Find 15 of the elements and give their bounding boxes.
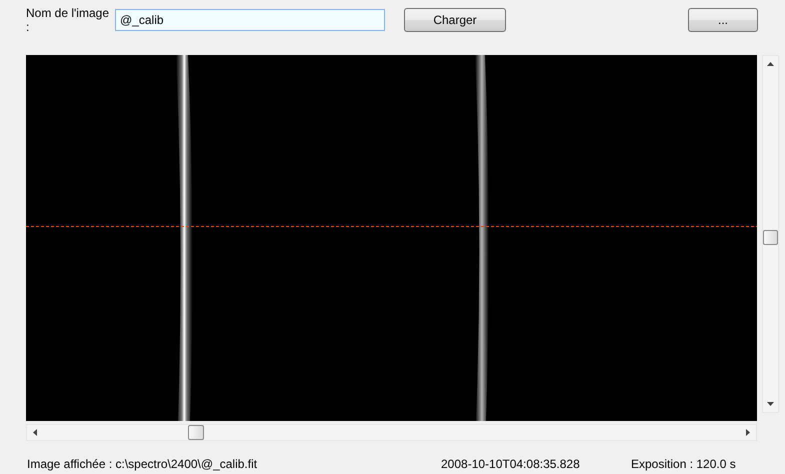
right-arrow-icon[interactable] [746, 429, 750, 436]
scroll-thumb[interactable] [188, 425, 204, 440]
exposure-time: Exposition : 120.0 s [631, 457, 736, 471]
down-arrow-icon[interactable] [767, 402, 774, 406]
image-name-field[interactable]: @_calib [115, 9, 385, 31]
horizontal-scrollbar[interactable] [26, 424, 757, 441]
up-arrow-icon[interactable] [767, 62, 774, 66]
load-button[interactable]: Charger [404, 8, 506, 32]
timestamp: 2008-10-10T04:08:35.828 [441, 457, 581, 471]
browse-button[interactable]: ... [688, 8, 758, 32]
vertical-scrollbar[interactable] [762, 55, 779, 413]
displayed-image-path: Image affichée : c:\spectro\2400\@_calib.fit [27, 457, 258, 471]
image-name-label: Nom de l'image : [26, 6, 110, 34]
scroll-thumb[interactable] [763, 230, 778, 245]
left-arrow-icon[interactable] [33, 429, 37, 436]
